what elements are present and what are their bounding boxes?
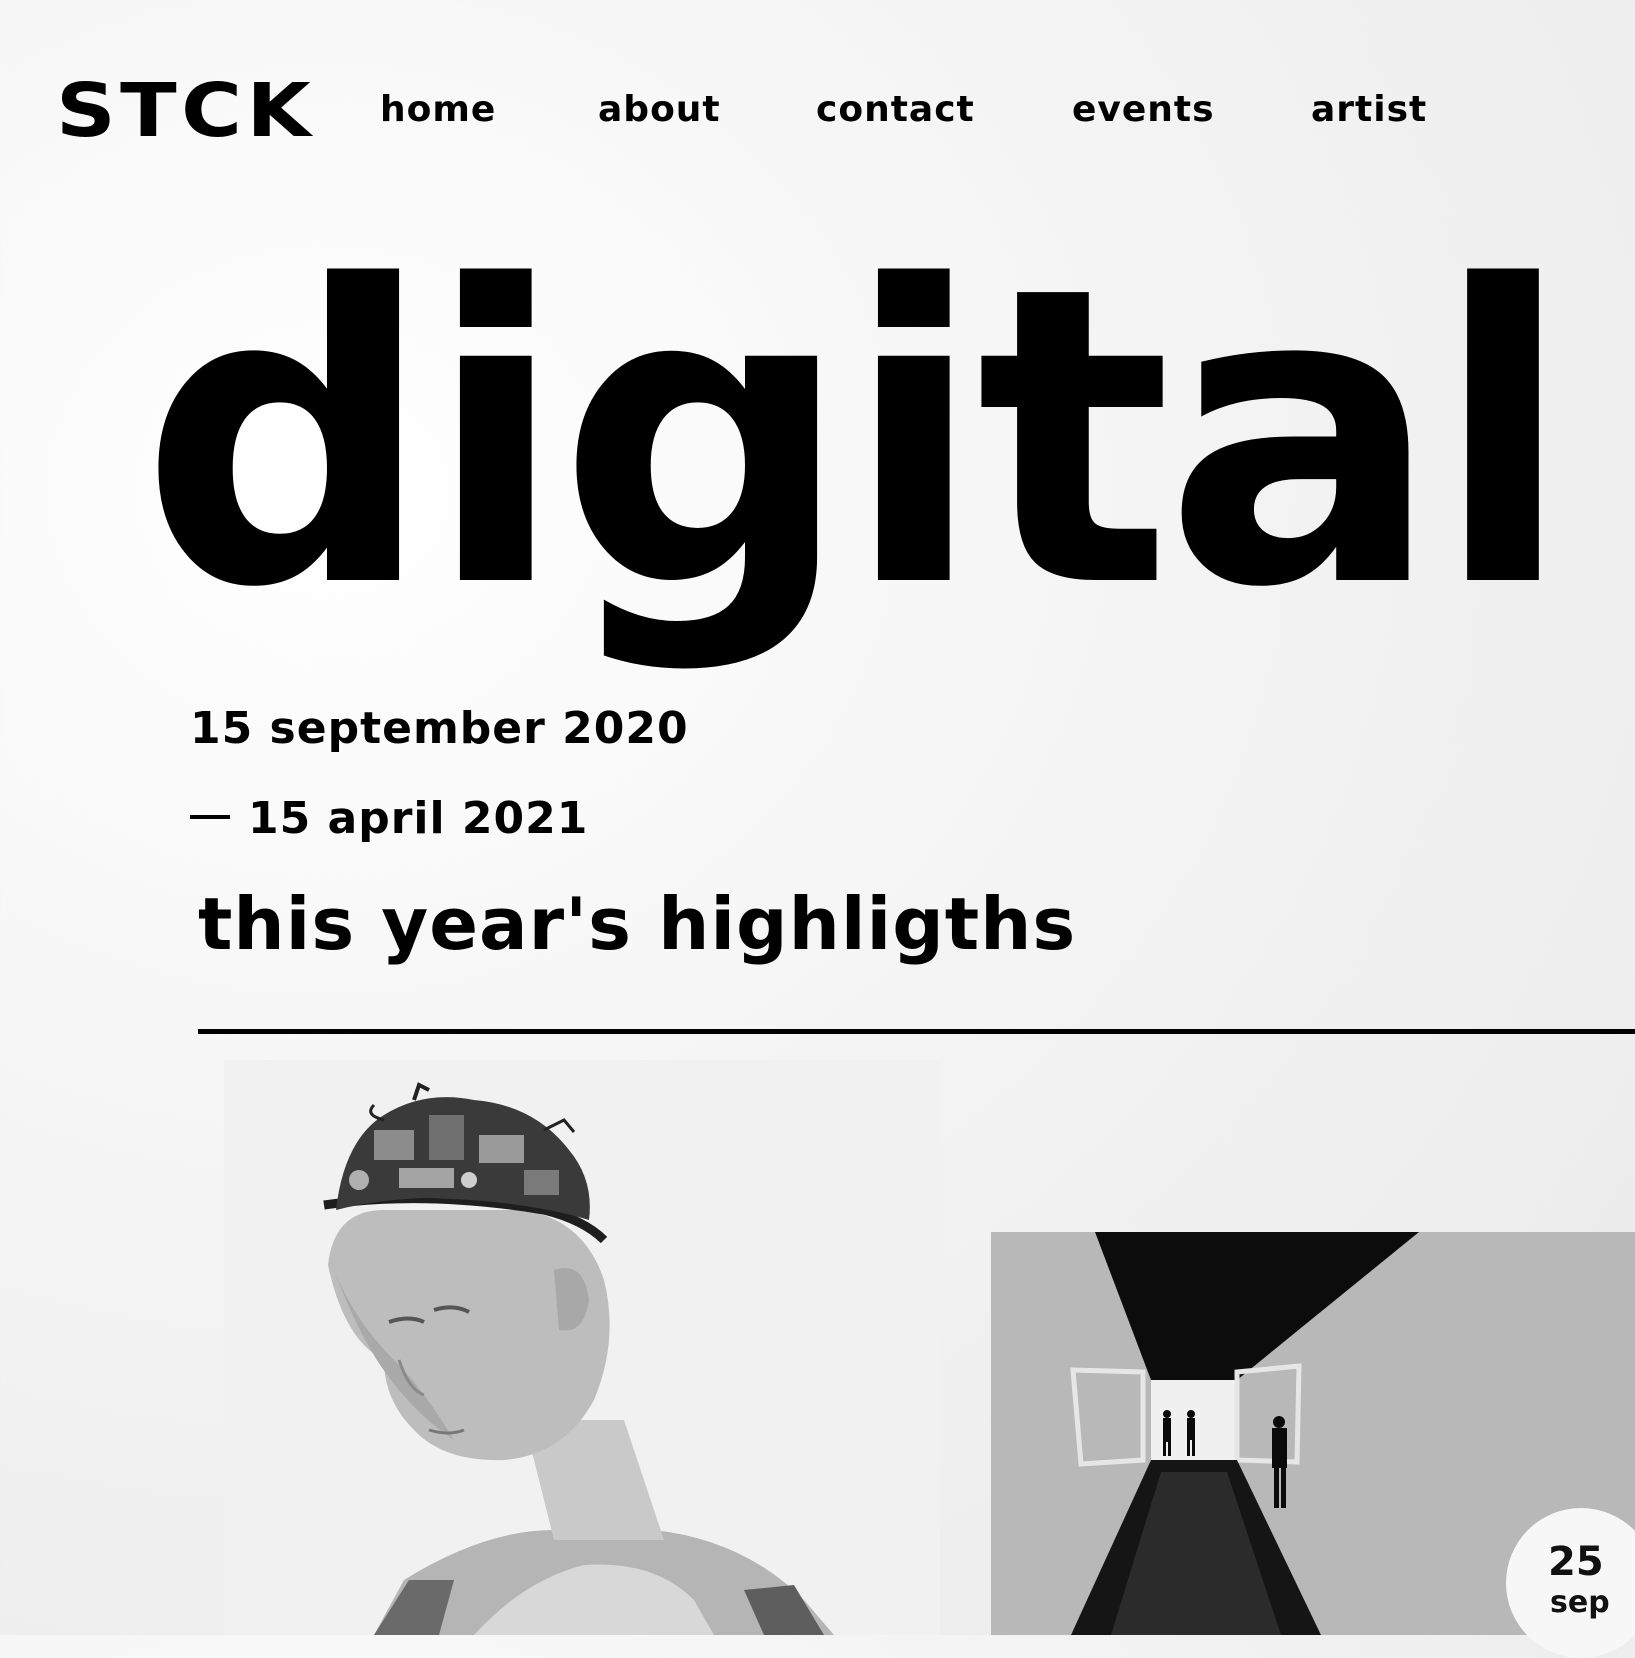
- nav-link-contact[interactable]: contact: [816, 86, 975, 134]
- highlights-heading: this year's highligths: [198, 882, 1077, 966]
- nav-link-about[interactable]: about: [598, 86, 721, 134]
- top-navigation: STCK home about contact events artist: [0, 0, 1635, 200]
- nav-link-home[interactable]: home: [380, 86, 496, 134]
- hero-title: digital: [140, 199, 1573, 677]
- robot-photo-card[interactable]: [224, 1060, 940, 1635]
- event-end-date: 15 april 2021: [248, 793, 589, 844]
- event-badge-month: sep: [1550, 1585, 1610, 1620]
- event-start-date: 15 september 2020: [190, 703, 689, 754]
- robot-photo: [224, 1060, 940, 1635]
- section-divider: [198, 1029, 1635, 1034]
- site-logo[interactable]: STCK: [56, 66, 315, 156]
- date-range-dash: [190, 815, 230, 819]
- event-badge-day: 25: [1548, 1539, 1604, 1585]
- nav-link-events[interactable]: events: [1072, 86, 1215, 134]
- nav-link-artist[interactable]: artist: [1311, 86, 1427, 134]
